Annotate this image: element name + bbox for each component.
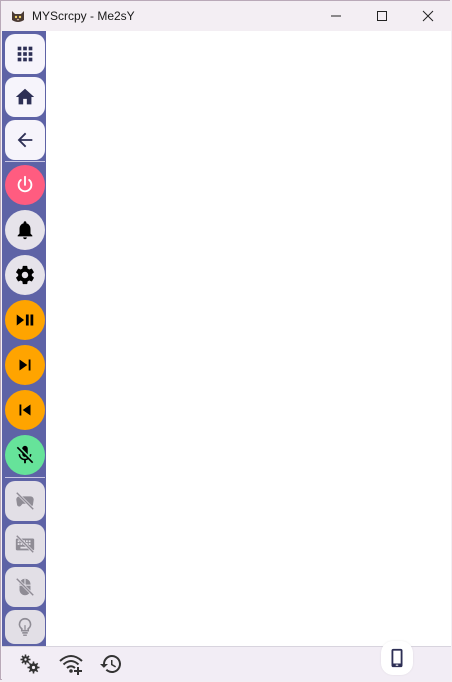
keyboard-toggle-button[interactable] (5, 524, 45, 564)
home-button[interactable] (5, 77, 45, 117)
grid-icon (17, 46, 33, 62)
app-window: MYScrcpy - Me2sY (0, 0, 451, 681)
mouse-toggle-button[interactable] (5, 567, 45, 607)
minimize-button[interactable] (313, 1, 359, 31)
settings-button[interactable] (5, 255, 45, 295)
close-button[interactable] (405, 1, 451, 31)
mic-toggle-button[interactable] (5, 435, 45, 475)
power-icon (17, 175, 33, 193)
device-settings-button[interactable] (18, 652, 42, 676)
gamepad-off-icon (15, 491, 35, 511)
smartphone-icon (391, 648, 403, 668)
gear-icon (16, 265, 34, 285)
keyboard-off-icon (15, 534, 35, 554)
device-screen-area[interactable] (46, 31, 451, 646)
light-toggle-button[interactable] (5, 610, 45, 644)
control-sidebar (2, 31, 46, 646)
power-button[interactable] (5, 165, 45, 205)
skip-next-icon (19, 359, 31, 371)
settings-cog-icon (20, 654, 40, 674)
close-icon (422, 10, 434, 22)
sidebar-separator (5, 477, 45, 478)
skip-previous-icon (19, 404, 31, 416)
mic-off-icon (16, 445, 34, 464)
window-title: MYScrcpy - Me2sY (32, 9, 135, 23)
device-select-button[interactable] (381, 641, 413, 675)
notifications-button[interactable] (5, 210, 45, 250)
play-pause-icon (16, 314, 34, 326)
home-icon (15, 88, 35, 105)
maximize-icon (377, 11, 387, 21)
sidebar-separator (5, 161, 45, 162)
apps-button[interactable] (5, 34, 45, 74)
next-track-button[interactable] (5, 345, 45, 385)
maximize-button[interactable] (359, 1, 405, 31)
wifi-connect-button[interactable] (59, 652, 83, 676)
mouse-off-icon (15, 577, 35, 597)
cat-icon (12, 11, 24, 22)
lightbulb-icon (18, 617, 32, 636)
minimize-icon (331, 15, 341, 17)
bottom-toolbar (2, 641, 451, 681)
history-button[interactable] (99, 652, 123, 676)
gamepad-toggle-button[interactable] (5, 481, 45, 521)
arrow-left-icon (17, 132, 33, 148)
history-icon (100, 655, 121, 673)
previous-track-button[interactable] (5, 390, 45, 430)
bell-icon (17, 221, 33, 240)
play-pause-button[interactable] (5, 300, 45, 340)
title-bar[interactable]: MYScrcpy - Me2sY (1, 1, 451, 31)
wifi-add-icon (59, 655, 83, 675)
back-button[interactable] (5, 120, 45, 160)
